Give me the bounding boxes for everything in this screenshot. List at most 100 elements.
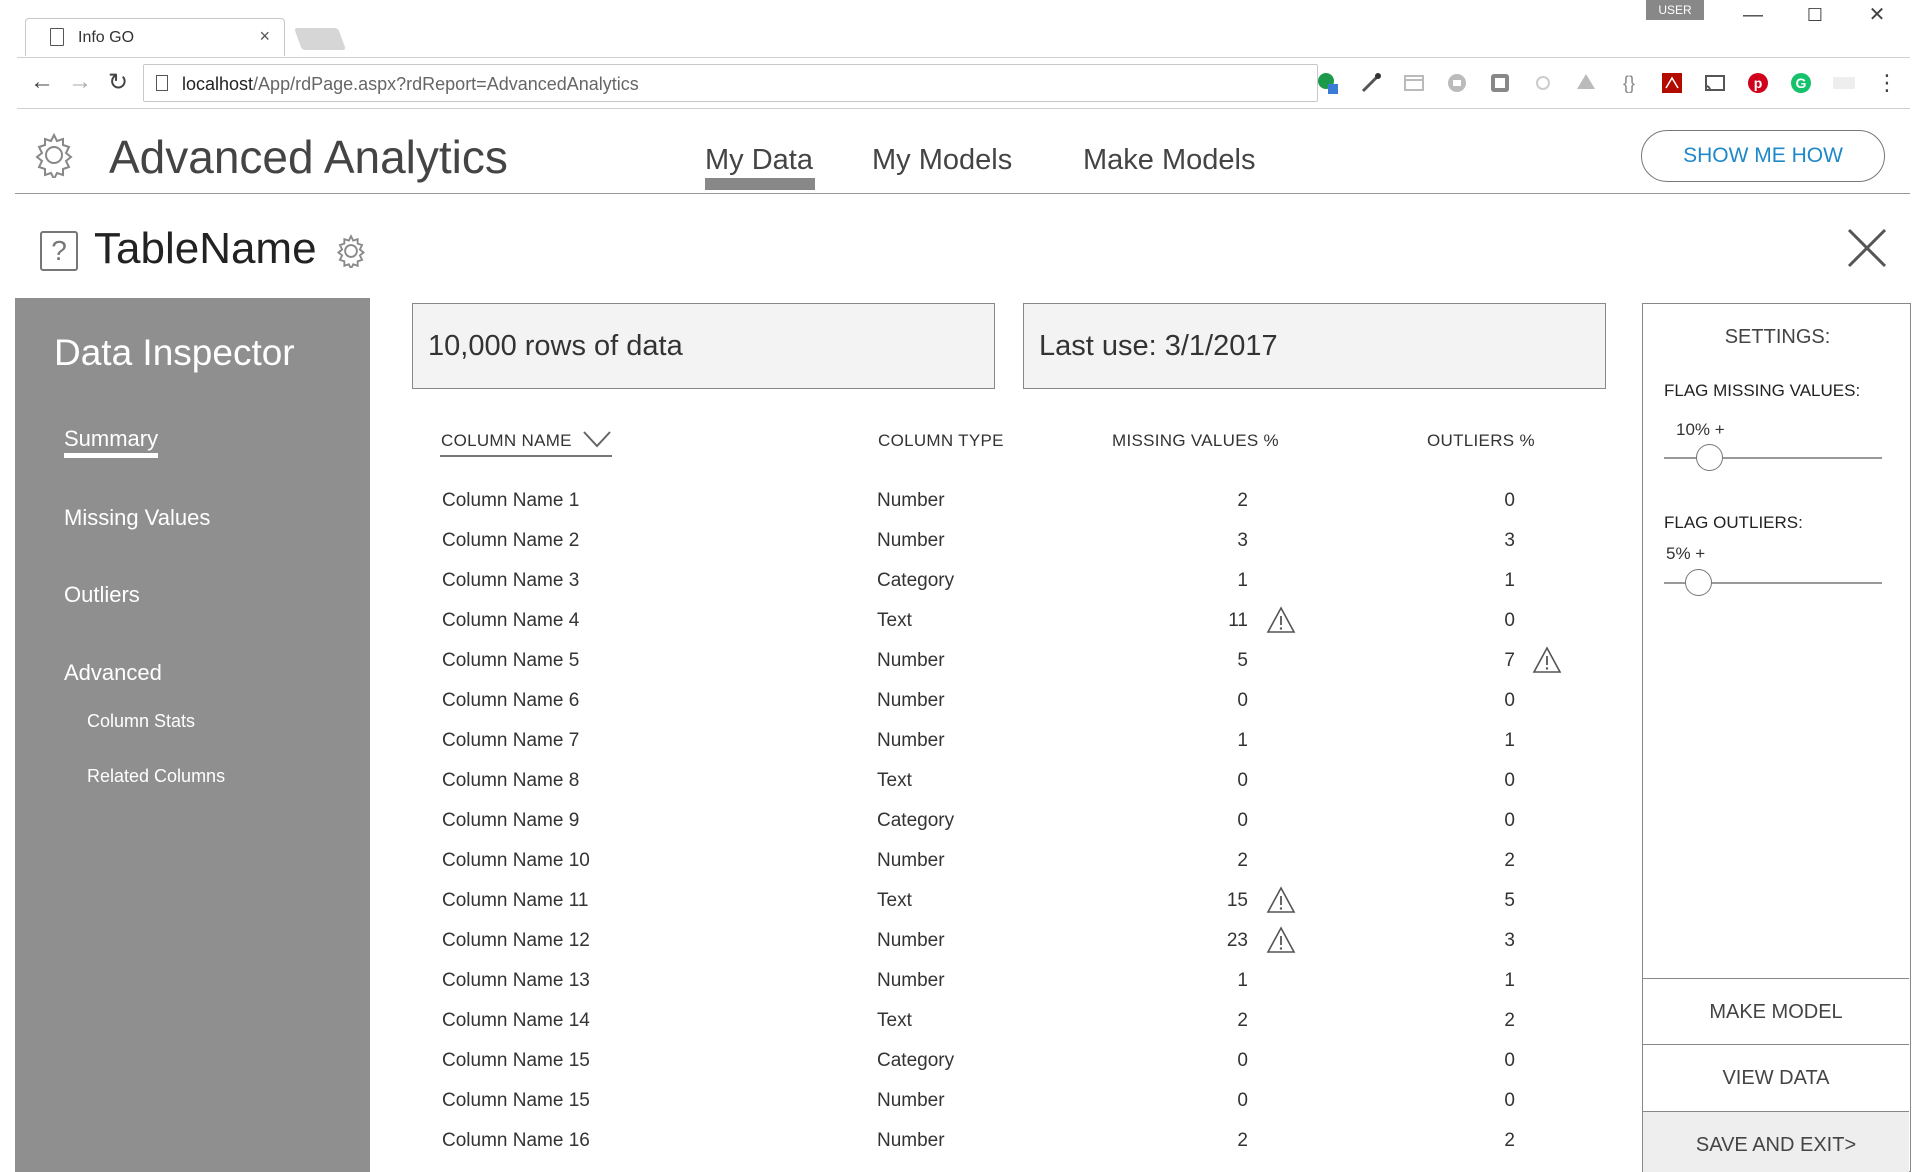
column-name-cell: Column Name 8 bbox=[442, 770, 580, 791]
table-row[interactable]: Column Name 14 Text 2 2 bbox=[400, 1010, 1630, 1050]
table-row[interactable]: Column Name 4 Text 11 0 bbox=[400, 606, 1630, 650]
sidebar-item-advanced[interactable]: Advanced bbox=[64, 660, 162, 686]
column-type-cell: Number bbox=[877, 850, 945, 871]
column-type-cell: Number bbox=[877, 690, 945, 711]
sidebar-item-outliers[interactable]: Outliers bbox=[64, 582, 140, 608]
table-row[interactable]: Column Name 1 Number 2 0 bbox=[400, 490, 1630, 530]
missing-values-cell: 1 bbox=[1237, 570, 1248, 591]
sidebar-item-missing-values[interactable]: Missing Values bbox=[64, 505, 210, 531]
tab-close-icon[interactable]: × bbox=[259, 26, 270, 47]
missing-values-cell: 0 bbox=[1237, 690, 1248, 711]
drive-icon[interactable] bbox=[1574, 71, 1598, 95]
column-type-header[interactable]: COLUMN TYPE bbox=[878, 431, 1004, 451]
outliers-slider-handle[interactable] bbox=[1685, 569, 1713, 596]
grammarly-icon[interactable]: G bbox=[1789, 71, 1813, 95]
browser-tab[interactable]: Info GO × bbox=[25, 18, 285, 56]
show-me-how-button[interactable]: SHOW ME HOW bbox=[1641, 130, 1885, 182]
column-type-cell: Number bbox=[877, 970, 945, 991]
table-row[interactable]: Column Name 9 Category 0 0 bbox=[400, 810, 1630, 850]
address-bar[interactable]: localhost/App/rdPage.aspx?rdReport=Advan… bbox=[143, 64, 1318, 102]
sidebar-item-summary[interactable]: Summary bbox=[64, 426, 158, 452]
missing-values-cell: 0 bbox=[1237, 770, 1248, 791]
settings-gear-icon[interactable] bbox=[31, 132, 77, 178]
chevron-down-icon[interactable] bbox=[582, 428, 612, 450]
column-name-cell: Column Name 13 bbox=[442, 970, 590, 991]
tab-my-models[interactable]: My Models bbox=[872, 144, 1012, 177]
outliers-cell: 7 bbox=[1504, 650, 1515, 671]
column-name-cell: Column Name 10 bbox=[442, 850, 590, 871]
close-window-button[interactable]: ✕ bbox=[1857, 2, 1897, 28]
table-row[interactable]: Column Name 7 Number 1 1 bbox=[400, 730, 1630, 770]
menu-icon[interactable]: ⋮ bbox=[1875, 71, 1899, 95]
new-tab-button[interactable] bbox=[293, 28, 347, 50]
fonts-icon[interactable] bbox=[1832, 71, 1856, 95]
column-type-cell: Category bbox=[877, 570, 955, 591]
outliers-cell: 0 bbox=[1504, 810, 1515, 831]
user-badge[interactable]: USER bbox=[1646, 0, 1704, 20]
column-name-cell: Column Name 1 bbox=[442, 490, 580, 511]
table-row[interactable]: Column Name 15 Number 0 0 bbox=[400, 1090, 1630, 1130]
missing-slider-handle[interactable] bbox=[1696, 444, 1724, 471]
table-row[interactable]: Column Name 6 Number 0 0 bbox=[400, 690, 1630, 730]
cast-icon[interactable] bbox=[1703, 71, 1727, 95]
pdf-icon[interactable] bbox=[1660, 71, 1684, 95]
eyedropper-icon[interactable] bbox=[1359, 71, 1383, 95]
missing-values-cell: 23 bbox=[1226, 930, 1248, 951]
pinterest-icon[interactable]: p bbox=[1746, 71, 1770, 95]
table-row[interactable]: Column Name 15 Category 0 0 bbox=[400, 1050, 1630, 1090]
outliers-header[interactable]: OUTLIERS % bbox=[1427, 431, 1535, 451]
column-name-header-underline bbox=[440, 455, 612, 457]
forward-arrow-icon[interactable]: → bbox=[65, 68, 95, 96]
layout-icon[interactable] bbox=[1402, 71, 1426, 95]
minimize-button[interactable]: — bbox=[1733, 2, 1773, 28]
table-row[interactable]: Column Name 3 Category 1 1 bbox=[400, 570, 1630, 610]
table-row[interactable]: Column Name 2 Number 3 3 bbox=[400, 530, 1630, 570]
reload-icon[interactable]: ↻ bbox=[103, 68, 133, 97]
circle-icon[interactable] bbox=[1445, 71, 1469, 95]
rows-count-text: 10,000 rows of data bbox=[428, 330, 683, 362]
column-name-cell: Column Name 12 bbox=[442, 930, 590, 951]
column-name-cell: Column Name 2 bbox=[442, 530, 580, 551]
column-type-cell: Number bbox=[877, 1090, 945, 1111]
table-row[interactable]: Column Name 11 Text 15 5 bbox=[400, 886, 1630, 930]
outliers-cell: 0 bbox=[1504, 610, 1515, 631]
braces-icon[interactable]: {} bbox=[1617, 71, 1641, 95]
view-data-button[interactable]: VIEW DATA bbox=[1643, 1044, 1909, 1110]
back-arrow-icon[interactable]: ← bbox=[27, 68, 57, 96]
table-row[interactable]: Column Name 13 Number 1 1 bbox=[400, 970, 1630, 1010]
warning-icon bbox=[1532, 646, 1562, 679]
table-row[interactable]: Column Name 10 Number 2 2 bbox=[400, 850, 1630, 890]
make-model-button[interactable]: MAKE MODEL bbox=[1643, 978, 1909, 1044]
table-row[interactable]: Column Name 8 Text 0 0 bbox=[400, 770, 1630, 810]
rows-count-box: 10,000 rows of data bbox=[412, 303, 995, 389]
tab-make-models[interactable]: Make Models bbox=[1083, 144, 1255, 177]
table-row[interactable]: Column Name 12 Number 23 3 bbox=[400, 926, 1630, 970]
green-badge-icon[interactable] bbox=[1316, 71, 1340, 95]
missing-values-header[interactable]: MISSING VALUES % bbox=[1112, 431, 1279, 451]
square-icon[interactable] bbox=[1488, 71, 1512, 95]
missing-values-cell: 5 bbox=[1237, 650, 1248, 671]
column-type-cell: Text bbox=[877, 770, 912, 791]
column-name-header[interactable]: COLUMN NAME bbox=[441, 431, 572, 451]
help-icon[interactable]: ? bbox=[40, 231, 78, 271]
sidebar-subitem-related-columns[interactable]: Related Columns bbox=[87, 766, 225, 787]
column-type-cell: Number bbox=[877, 650, 945, 671]
missing-values-cell: 1 bbox=[1237, 730, 1248, 751]
close-icon[interactable] bbox=[1845, 226, 1889, 270]
outliers-cell: 1 bbox=[1504, 570, 1515, 591]
missing-values-cell: 2 bbox=[1237, 490, 1248, 511]
data-table-body[interactable]: Column Name 1 Number 2 0 Column Name 2 Number… bbox=[400, 490, 1630, 1158]
table-row[interactable]: Column Name 16 Number 2 2 bbox=[400, 1130, 1630, 1158]
tab-my-data[interactable]: My Data bbox=[705, 144, 813, 177]
dot-icon[interactable] bbox=[1531, 71, 1555, 95]
warning-icon bbox=[1266, 886, 1296, 919]
table-row[interactable]: Column Name 5 Number 5 7 bbox=[400, 646, 1630, 690]
app-header: Advanced Analytics My Data My Models Mak… bbox=[15, 110, 1910, 194]
sidebar-subitem-column-stats[interactable]: Column Stats bbox=[87, 711, 195, 732]
maximize-button[interactable]: ☐ bbox=[1795, 2, 1835, 28]
save-and-exit-button[interactable]: SAVE AND EXIT> bbox=[1643, 1111, 1909, 1172]
outliers-cell: 2 bbox=[1504, 1130, 1515, 1151]
last-use-text: Last use: 3/1/2017 bbox=[1039, 330, 1278, 362]
table-settings-gear-icon[interactable] bbox=[334, 234, 368, 268]
column-name-cell: Column Name 4 bbox=[442, 610, 580, 631]
